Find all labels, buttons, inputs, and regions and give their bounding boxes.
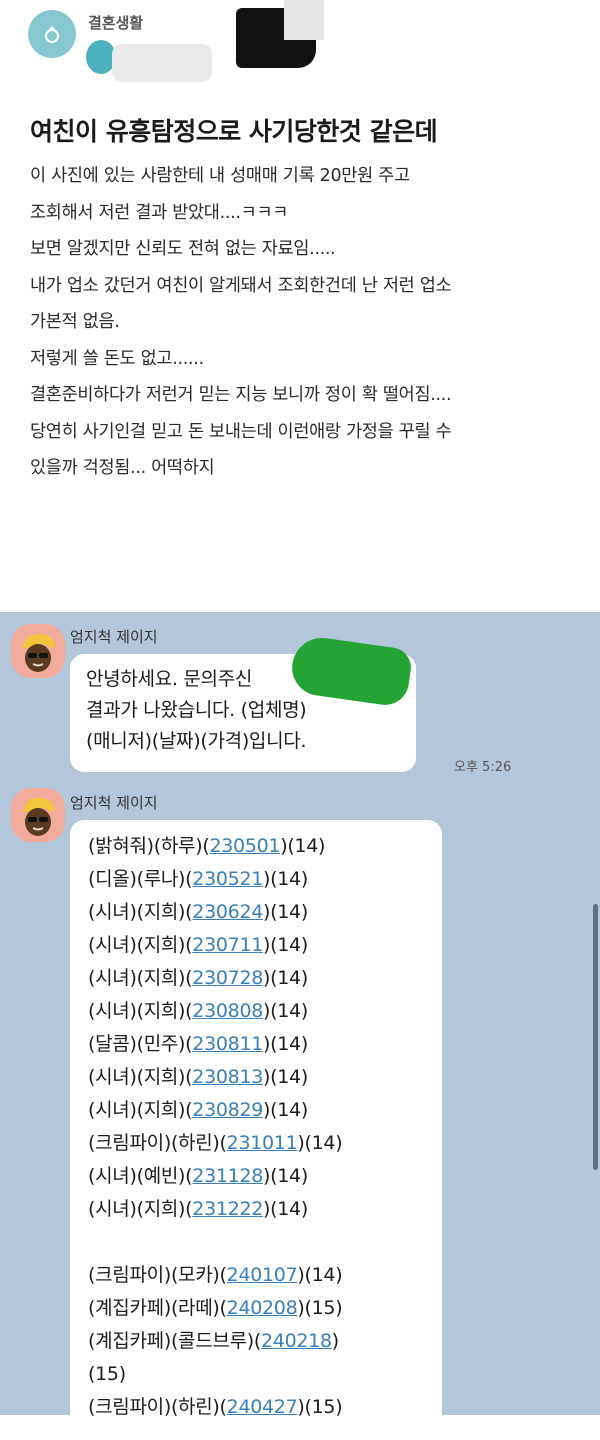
row-text: )(14) [263,1198,308,1220]
date-link[interactable]: 230728 [192,967,263,989]
redacted-area [112,44,212,82]
scrollbar[interactable] [593,904,598,1170]
message-row: (크림파이)(하린)(240427)(15) [88,1391,424,1424]
post-line: 있을까 걱정됨... 어떡하지 [30,458,215,478]
ring-icon [45,26,59,43]
message-row: (계집카페)(콜드브루)(240218) [88,1325,424,1358]
row-text: (밝혀줘)(하루)( [88,835,210,857]
row-text: (시녀)(지희)( [88,1000,193,1022]
message-row: (계집카페)(라떼)(240208)(15) [88,1292,424,1325]
row-text: (시녀)(지희)( [88,1198,193,1220]
message-bubble: (밝혀줘)(하루)(230501)(14) (디올)(루나)(230521)(14… [70,820,442,1440]
message-row: (달콤)(민주)(230811)(14) [88,1028,424,1061]
message-row: (크림파이)(하린)(231011)(14) [88,1127,424,1160]
row-text: (15) [88,1363,126,1385]
community-name[interactable]: 결혼생활 [88,12,143,33]
row-text: )(14) [263,934,308,956]
post-section: 결혼생활 여친이 유흥탐정으로 사기당한것 같은데 이 사진에 있는 사람한테 … [0,0,600,612]
message-row: (시녀)(지희)(230829)(14) [88,1094,424,1127]
row-text: )(14) [263,1066,308,1088]
date-link[interactable]: 230624 [192,901,263,923]
message-row: (시녀)(지희)(230813)(14) [88,1061,424,1094]
post-line: 가본적 없음. [30,312,120,332]
date-link[interactable]: 231011 [227,1132,298,1154]
date-link[interactable]: 230813 [192,1066,263,1088]
row-text: (크림파이)(모카)( [88,1264,227,1286]
row-text: (시녀)(예빈)( [88,1165,193,1187]
post-line: 결혼준비하다가 저런거 믿는 지능 보니까 정이 확 떨어짐.... [30,385,452,405]
row-text: (계집카페)(라떼)( [88,1297,227,1319]
row-text: )(14) [297,1264,343,1286]
date-link[interactable]: 230829 [192,1099,263,1121]
row-text: (시녀)(지희)( [88,1066,193,1088]
character-avatar-icon [11,788,65,842]
row-text: )(14) [263,901,308,923]
date-link[interactable]: 231128 [192,1165,263,1187]
message-row: (시녀)(지희)(231222)(14) [88,1193,424,1226]
date-link[interactable]: 240208 [227,1297,298,1319]
message-row: (디올)(루나)(230521)(14) [88,863,424,896]
date-link[interactable]: 240107 [227,1264,298,1286]
sender-name: 엄지척 제이지 [70,794,158,812]
row-text: (크림파이)(하린)( [88,1132,227,1154]
row-text: )(14) [280,835,326,857]
redacted-area [284,0,324,40]
community-avatar[interactable] [28,10,76,58]
post-title: 여친이 유흥탐정으로 사기당한것 같은데 [30,117,438,146]
message-row: (15) [88,1358,424,1391]
row-text: ) [331,1330,339,1352]
date-link[interactable]: 240218 [261,1330,332,1352]
row-text: )(14) [263,967,308,989]
date-link[interactable]: 230808 [192,1000,263,1022]
message-row: (시녀)(지희)(230711)(14) [88,929,424,962]
message-row: (밝혀줘)(하루)(230501)(14) [88,830,424,863]
row-text: (달콤)(민주)( [88,1033,193,1055]
character-avatar-icon [11,624,65,678]
message-line: (매니저)(날짜)(가격)입니다. [86,730,307,752]
post-body: 이 사진에 있는 사람한테 내 성매매 기록 20만원 주고 조회해서 저런 결… [30,166,590,495]
date-link[interactable]: 230501 [209,835,280,857]
row-text: )(14) [263,1099,308,1121]
row-text: )(15) [297,1297,343,1319]
post-line: 보면 알겠지만 신뢰도 전혀 없는 자료임..... [30,239,336,259]
date-link[interactable]: 230711 [192,934,263,956]
message-row: (시녀)(지희)(230808)(14) [88,995,424,1028]
message-row: (크림파이)(모카)(240107)(14) [88,1259,424,1292]
row-text: (시녀)(지희)( [88,967,193,989]
chat-screenshot: 엄지척 제이지 안녕하세요. 문의주신 결과가 나왔습니다. (업체명) (매니… [0,612,600,1440]
date-link[interactable]: 231222 [192,1198,263,1220]
message-row: (시녀)(예빈)(231128)(14) [88,1160,424,1193]
row-text: (시녀)(지희)( [88,934,193,956]
post-line: 저렇게 쓸 돈도 없고...... [30,348,204,369]
row-text: )(14) [263,1000,308,1022]
sender-avatar[interactable] [11,624,65,678]
row-text: (시녀)(지희)( [88,901,193,923]
row-text: )(14) [263,1033,308,1055]
sender-name: 엄지척 제이지 [70,628,158,646]
date-link[interactable]: 230811 [192,1033,263,1055]
post-line: 내가 업소 갔던거 여친이 알게돼서 조회한건데 난 저런 업소 [30,275,452,296]
row-text: (계집카페)(콜드브루)( [88,1330,262,1352]
post-line: 당연히 사기인걸 믿고 돈 보내는데 이런애랑 가정을 꾸릴 수 [30,421,452,442]
row-text: (시녀)(지희)( [88,1099,193,1121]
row-text: )(14) [263,868,308,890]
row-text: )(14) [297,1132,343,1154]
message-row: (시녀)(지희)(230624)(14) [88,896,424,929]
message-row: (시녀)(지희)(230728)(14) [88,962,424,995]
message-timestamp: 오후 5:26 [454,760,512,775]
post-line: 이 사진에 있는 사람한테 내 성매매 기록 20만원 주고 [30,166,410,186]
row-text: )(14) [263,1165,308,1187]
post-line: 조회해서 저런 결과 받았대....ㅋㅋㅋ [30,202,289,223]
date-link[interactable]: 230521 [192,868,263,890]
sender-avatar[interactable] [11,788,65,842]
row-text: (디올)(루나)( [88,868,193,890]
